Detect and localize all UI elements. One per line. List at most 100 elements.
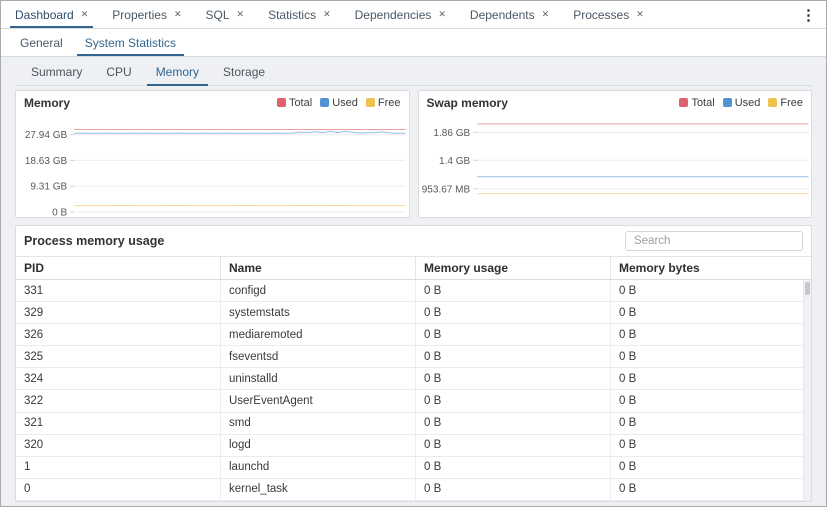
swap-memory-chart-panel: Swap memory TotalUsedFree 1.86 GB1.4 GB9… xyxy=(418,90,813,218)
close-icon[interactable]: ✕ xyxy=(174,10,182,19)
table-cell: launchd xyxy=(221,457,416,478)
table-cell: 0 B xyxy=(416,457,611,478)
svg-text:9.31 GB: 9.31 GB xyxy=(30,182,67,193)
svg-text:953.67 MB: 953.67 MB xyxy=(421,184,470,195)
table-cell: 0 B xyxy=(416,280,611,301)
tab-system-statistics[interactable]: System Statistics xyxy=(77,29,184,56)
table-row[interactable]: 325fseventsd0 B0 B xyxy=(16,346,811,368)
tab-label: Dashboard xyxy=(15,8,74,22)
table-cell: 0 B xyxy=(611,413,811,434)
tab-properties[interactable]: Properties ✕ xyxy=(100,1,193,28)
table-cell: 0 B xyxy=(611,390,811,411)
table-cell: 326 xyxy=(16,324,221,345)
close-icon[interactable]: ✕ xyxy=(81,10,89,19)
tab-cpu[interactable]: CPU xyxy=(97,59,140,85)
close-icon[interactable]: ✕ xyxy=(636,10,644,19)
memory-chart-legend: Total Used Free xyxy=(277,97,401,109)
dashboard-window: Dashboard✕Properties✕SQL✕Statistics✕Depe… xyxy=(0,0,827,507)
table-cell: 0 B xyxy=(416,324,611,345)
table-cell: kernel_task xyxy=(221,479,416,500)
close-icon[interactable]: ✕ xyxy=(438,10,446,19)
svg-text:27.94 GB: 27.94 GB xyxy=(25,130,68,141)
table-cell: 0 B xyxy=(611,479,811,500)
table-cell: 0 B xyxy=(416,302,611,323)
legend-label: Used xyxy=(735,97,761,109)
table-row[interactable]: 331configd0 B0 B xyxy=(16,280,811,302)
table-cell: smd xyxy=(221,413,416,434)
tab-label: Dependencies xyxy=(355,8,432,22)
tab-general[interactable]: General xyxy=(12,29,71,56)
memory-chart-header: Memory Total Used Free xyxy=(16,91,409,113)
table-cell: UserEventAgent xyxy=(221,390,416,411)
column-header-pid[interactable]: PID xyxy=(16,257,221,279)
table-cell: 0 B xyxy=(611,280,811,301)
memory-chart-title: Memory xyxy=(24,96,70,110)
svg-text:18.63 GB: 18.63 GB xyxy=(25,156,68,167)
table-cell: 1 xyxy=(16,457,221,478)
column-header-name[interactable]: Name xyxy=(221,257,416,279)
table-cell: 0 B xyxy=(611,457,811,478)
search-input[interactable] xyxy=(625,231,803,251)
legend-label: Used xyxy=(332,97,358,109)
svg-text:0 B: 0 B xyxy=(52,208,67,217)
system-statistics-content: SummaryCPUMemoryStorage Memory TotalUsed… xyxy=(1,57,826,506)
tab-processes[interactable]: Processes✕ xyxy=(561,1,656,28)
swap-memory-chart: 1.86 GB1.4 GB953.67 MB xyxy=(419,113,812,217)
table-cell: 325 xyxy=(16,346,221,367)
close-icon[interactable]: ✕ xyxy=(237,10,245,19)
legend-label: Free xyxy=(378,97,401,109)
statistics-category-tabs: SummaryCPU MemoryStorage xyxy=(15,59,812,86)
tab-sql[interactable]: SQL✕ xyxy=(194,1,257,28)
table-body: 331configd0 B0 B329systemstats0 B0 B326m… xyxy=(16,280,811,501)
swap-memory-chart-title: Swap memory xyxy=(427,96,508,110)
table-cell: 0 B xyxy=(611,302,811,323)
table-cell: 0 B xyxy=(611,368,811,389)
memory-chart-panel: Memory Total Used Free 27.94 GB 18.63 GB 9.3… xyxy=(15,90,410,218)
kebab-menu-icon[interactable]: ⋮ xyxy=(791,6,826,24)
table-cell: 329 xyxy=(16,302,221,323)
table-cell: 0 xyxy=(16,479,221,500)
table-row[interactable]: 329systemstats0 B0 B xyxy=(16,302,811,324)
table-row[interactable]: 320logd0 B0 B xyxy=(16,435,811,457)
table-cell: 0 B xyxy=(611,435,811,456)
tab-summary[interactable]: Summary xyxy=(22,59,91,85)
table-row[interactable]: 321smd0 B0 B xyxy=(16,413,811,435)
legend-swatch-free-icon xyxy=(366,98,375,107)
table-header-row: PID Name Memory usage Memory bytes xyxy=(16,257,811,280)
memory-chart: 27.94 GB 18.63 GB 9.31 GB 0 B xyxy=(16,113,409,217)
table-cell: 324 xyxy=(16,368,221,389)
swap-memory-chart-header: Swap memory TotalUsedFree xyxy=(419,91,812,113)
legend-item-total: Total xyxy=(277,97,312,109)
legend-item-used: Used xyxy=(723,97,761,109)
column-header-memory-bytes[interactable]: Memory bytes xyxy=(611,257,811,279)
legend-item-total: Total xyxy=(679,97,714,109)
tab-dashboard[interactable]: Dashboard ✕ xyxy=(3,1,100,28)
column-header-memory-usage[interactable]: Memory usage xyxy=(416,257,611,279)
tab-storage[interactable]: Storage xyxy=(214,59,274,85)
table-row[interactable]: 0kernel_task0 B0 B xyxy=(16,479,811,501)
close-icon[interactable]: ✕ xyxy=(542,10,550,19)
table-cell: 0 B xyxy=(416,390,611,411)
table-row[interactable]: 322UserEventAgent0 B0 B xyxy=(16,390,811,412)
table-cell: configd xyxy=(221,280,416,301)
table-cell: 0 B xyxy=(416,368,611,389)
table-cell: 321 xyxy=(16,413,221,434)
table-row[interactable]: 324uninstalld0 B0 B xyxy=(16,368,811,390)
table-row[interactable]: 1launchd0 B0 B xyxy=(16,457,811,479)
dashboard-section-tabs: GeneralSystem Statistics xyxy=(1,29,826,57)
table-scrollbar[interactable] xyxy=(803,280,811,501)
tab-statistics[interactable]: Statistics✕ xyxy=(256,1,343,28)
tab-dependencies[interactable]: Dependencies ✕ xyxy=(343,1,458,28)
close-icon[interactable]: ✕ xyxy=(323,10,331,19)
process-panel-title: Process memory usage xyxy=(24,234,164,248)
legend-label: Total xyxy=(691,97,714,109)
tab-label: Properties xyxy=(112,8,167,22)
legend-swatch-total-icon xyxy=(679,98,688,107)
legend-item-used: Used xyxy=(320,97,358,109)
scrollbar-thumb[interactable] xyxy=(805,282,810,295)
table-row[interactable]: 326mediaremoted0 B0 B xyxy=(16,324,811,346)
table-cell: 331 xyxy=(16,280,221,301)
tab-dependents[interactable]: Dependents✕ xyxy=(458,1,561,28)
tab-memory[interactable]: Memory xyxy=(147,59,208,85)
table-cell: 0 B xyxy=(611,346,811,367)
